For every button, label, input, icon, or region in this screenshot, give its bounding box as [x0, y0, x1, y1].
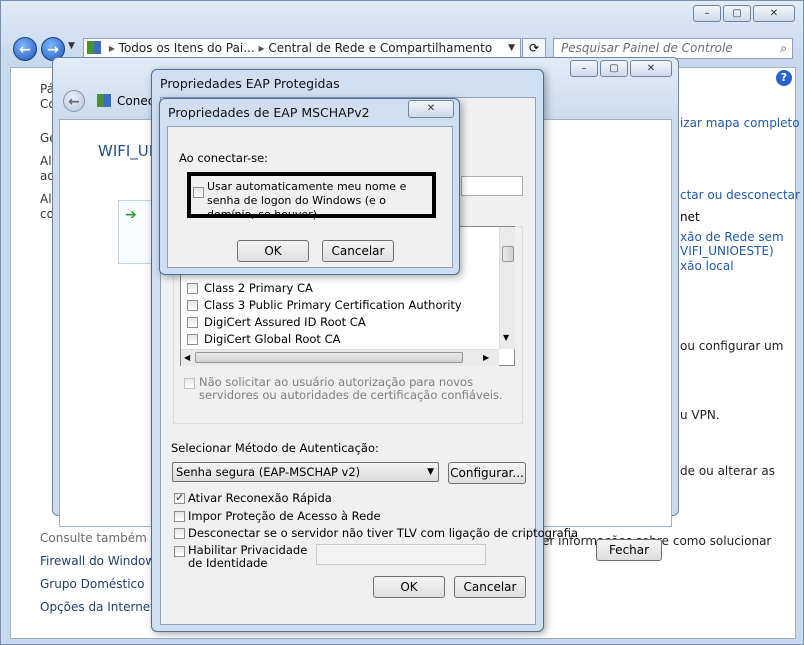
dialog-title: Propriedades EAP Protegidas — [160, 76, 340, 91]
control-panel-icon — [87, 41, 101, 54]
task-description: de ou alterar as — [680, 464, 775, 478]
no-prompt-checkbox[interactable] — [184, 378, 195, 389]
search-input[interactable]: Pesquisar Painel de Controle ⌕ — [553, 38, 793, 59]
identity-privacy-label: Habilitar Privacidade de Identidade — [188, 543, 308, 570]
window-caption-buttons: – ▢ ✕ — [693, 5, 795, 22]
minimize-button[interactable]: – — [693, 5, 721, 22]
network-icon — [97, 94, 111, 107]
auto-credentials-checkbox[interactable] — [193, 187, 204, 198]
address-dropdown-icon[interactable]: ▼ — [508, 39, 515, 58]
mschapv2-properties-dialog: Propriedades de EAP MSCHAPv2 ✕ Ao conect… — [159, 98, 460, 275]
cert-label: Class 2 Primary CA — [204, 281, 313, 295]
when-connecting-label: Ao conectar-se: — [179, 151, 269, 165]
dropdown-arrow-icon: ▼ — [427, 467, 434, 477]
close-dialog-button[interactable]: Fechar — [596, 539, 662, 561]
maximize-button[interactable]: ▢ — [723, 5, 751, 22]
see-also-heading: Consulte também — [40, 531, 147, 545]
search-icon[interactable]: ⌕ — [780, 39, 787, 58]
nap-label: Impor Proteção de Acesso à Rede — [188, 509, 381, 523]
cert-label: DigiCert Assured ID Root CA — [204, 315, 366, 329]
scroll-down-icon[interactable]: ▼ — [503, 333, 509, 342]
scroll-thumb[interactable] — [195, 352, 463, 363]
horizontal-scrollbar[interactable]: ◀ ▶ — [181, 349, 499, 366]
configure-button[interactable]: Configurar... — [448, 462, 526, 484]
view-full-map-link[interactable]: izar mapa completo — [680, 116, 800, 130]
window-title: Conec — [117, 94, 155, 108]
scroll-left-icon[interactable]: ◀ — [184, 353, 190, 362]
internet-options-link[interactable]: Opções da Internet — [40, 600, 155, 614]
cancel-button[interactable]: Cancelar — [454, 576, 526, 598]
task-description: u VPN. — [680, 408, 720, 422]
scroll-thumb[interactable] — [502, 246, 514, 262]
breadcrumb-separator-icon: ▸ — [108, 41, 119, 55]
vertical-scrollbar[interactable]: ▼ — [499, 227, 515, 349]
green-arrow-icon: ➔ — [125, 207, 137, 223]
cert-checkbox[interactable] — [187, 283, 198, 294]
local-connection-link[interactable]: xão local — [680, 259, 734, 273]
identity-privacy-checkbox[interactable] — [174, 546, 185, 557]
wireless-connection-name[interactable]: VIFI_UNIOESTE) — [680, 244, 774, 258]
fast-reconnect-label: Ativar Reconexão Rápida — [188, 491, 332, 505]
back-button[interactable]: ← — [13, 37, 37, 61]
recent-pages-dropdown-icon[interactable]: ▼ — [68, 41, 75, 51]
window-caption-buttons: – ▢ ✕ — [570, 60, 672, 77]
server-name-input[interactable] — [461, 176, 523, 196]
maximize-button[interactable]: ▢ — [600, 60, 628, 77]
scroll-right-icon[interactable]: ▶ — [483, 353, 489, 362]
breadcrumb-item-all-items[interactable]: Todos os Itens do Pai... — [119, 41, 255, 55]
close-button[interactable]: ✕ — [753, 5, 795, 22]
tlv-label: Desconectar se o servidor não tiver TLV … — [188, 526, 579, 540]
firewall-link[interactable]: Firewall do Windows — [40, 554, 161, 568]
back-button[interactable]: ← — [63, 90, 85, 112]
identity-privacy-input[interactable] — [316, 544, 486, 565]
minimize-button[interactable]: – — [570, 60, 598, 77]
cert-checkbox[interactable] — [187, 300, 198, 311]
address-bar[interactable]: ▸ Todos os Itens do Pai... ▸ Central de … — [83, 38, 521, 59]
ok-button[interactable]: OK — [373, 576, 445, 598]
help-icon[interactable]: ? — [776, 70, 792, 86]
cert-checkbox[interactable] — [187, 317, 198, 328]
close-button[interactable]: ✕ — [630, 60, 672, 77]
auth-method-value: Senha segura (EAP-MSCHAP v2) — [176, 465, 361, 479]
close-button[interactable]: ✕ — [408, 100, 454, 118]
access-type-value: net — [680, 210, 700, 224]
ok-button[interactable]: OK — [237, 240, 309, 262]
search-placeholder: Pesquisar Painel de Controle — [561, 41, 733, 55]
auto-credentials-label: Usar automaticamente meu nome e senha de… — [207, 180, 407, 221]
nap-checkbox[interactable] — [174, 511, 185, 522]
connect-disconnect-link[interactable]: ctar ou desconectar — [680, 188, 800, 202]
auth-method-select[interactable]: Senha segura (EAP-MSCHAP v2) ▼ — [172, 462, 439, 482]
tlv-checkbox[interactable] — [174, 528, 185, 539]
wireless-connection-link[interactable]: xão de Rede sem — [680, 230, 784, 244]
task-description: ou configurar um — [680, 339, 784, 353]
no-prompt-label: Não solicitar ao usuário autorização par… — [199, 375, 503, 402]
cert-checkbox[interactable] — [187, 334, 198, 345]
auth-method-label: Selecionar Método de Autenticação: — [171, 441, 379, 455]
dialog-title: Propriedades de EAP MSCHAPv2 — [168, 105, 370, 120]
homegroup-link[interactable]: Grupo Doméstico — [40, 577, 145, 591]
cert-label: DigiCert Global Root CA — [204, 332, 341, 346]
dialog-body: Ao conectar-se: Usar automaticamente meu… — [167, 126, 453, 268]
cert-label: Class 3 Public Primary Certification Aut… — [204, 298, 462, 312]
cancel-button[interactable]: Cancelar — [322, 240, 394, 262]
fast-reconnect-checkbox[interactable] — [174, 491, 185, 504]
breadcrumb-item-network-center[interactable]: Central de Rede e Compartilhamento — [268, 41, 492, 55]
refresh-icon[interactable]: ⟳ — [522, 38, 546, 59]
